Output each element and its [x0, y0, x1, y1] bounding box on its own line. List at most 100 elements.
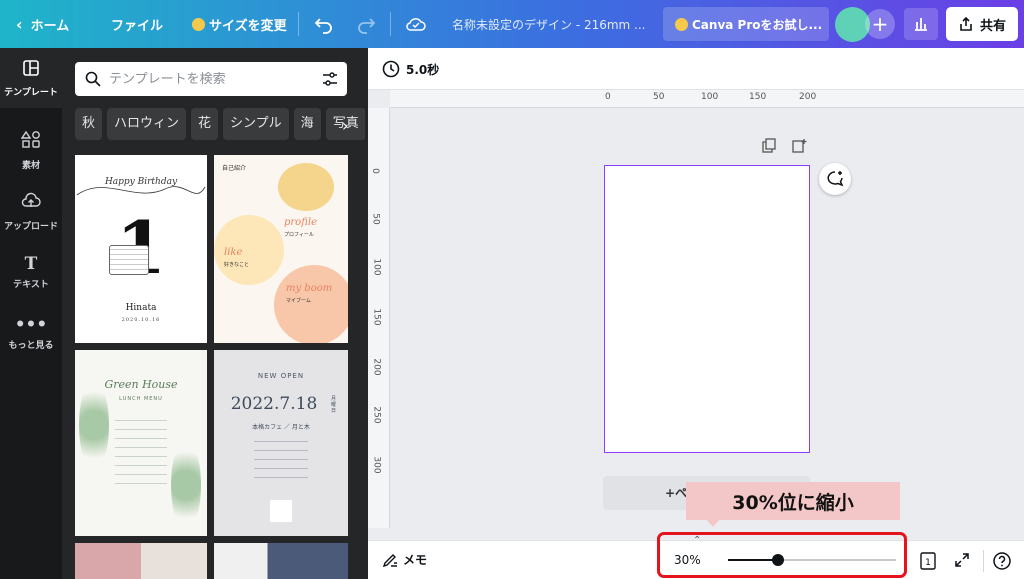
search-input[interactable] — [109, 71, 299, 87]
memo-label: メモ — [403, 553, 428, 567]
rail-item-uploads[interactable]: アップロード — [0, 181, 62, 241]
highlight-box — [657, 532, 907, 578]
share-button[interactable]: 共有 — [946, 7, 1018, 41]
timing-button[interactable]: 5.0秒 — [382, 60, 439, 78]
leaf-illustration — [171, 440, 201, 530]
top-bar: ‹ ホーム ファイル サイズを変更 名称未設定のデザイン - 216mm ...… — [0, 0, 1024, 48]
template-card[interactable] — [214, 543, 348, 579]
template-weekday: 月曜日 — [331, 396, 337, 414]
search-icon — [85, 71, 101, 87]
portrait-illustration — [278, 163, 334, 211]
chip[interactable]: 秋 — [75, 108, 103, 140]
ruler-label: 250 — [371, 406, 382, 424]
duplicate-page-icon[interactable] — [760, 138, 778, 156]
undo-icon — [314, 18, 332, 34]
rail-item-more[interactable]: ••• もっと見る — [0, 303, 62, 363]
filter-icon[interactable] — [321, 70, 339, 88]
callout-tail — [706, 519, 720, 527]
category-chips: 秋ハロウィン花シンプル海写真 — [75, 108, 365, 140]
rail-label: アップロード — [3, 221, 58, 232]
ruler-label: 100 — [701, 92, 719, 102]
logo-box — [270, 500, 292, 522]
divider — [298, 12, 299, 36]
template-subtitle: 本格カフェ ／ 月と木 — [252, 424, 310, 431]
rail-item-elements[interactable]: 素材 — [0, 120, 62, 180]
share-icon — [960, 16, 972, 31]
menu-lines — [115, 412, 167, 492]
template-heading: profile — [284, 217, 317, 228]
more-icon: ••• — [14, 315, 48, 335]
home-label: ホーム — [30, 18, 70, 34]
back-home-button[interactable]: ‹ ホーム — [16, 0, 69, 48]
resize-label: サイズを変更 — [209, 18, 287, 34]
chevron-right-icon[interactable]: › — [342, 116, 348, 135]
add-comment-button[interactable] — [819, 163, 851, 195]
template-label: NEW OPEN — [257, 372, 305, 380]
template-card-birthday[interactable]: Happy Birthday 1 Hinata 2020.10.16 — [75, 155, 207, 343]
add-member-button[interactable]: + — [865, 9, 895, 39]
annotation-callout: 30%位に縮小 — [686, 482, 900, 520]
template-subheading: プロフィール — [284, 232, 314, 238]
ruler-label: 150 — [749, 92, 767, 102]
ruler-label: 150 — [371, 308, 382, 326]
notes-button[interactable]: メモ — [382, 551, 427, 568]
document-title[interactable]: 名称未設定のデザイン - 216mm ... — [452, 0, 646, 48]
template-card[interactable] — [75, 543, 207, 579]
file-menu-button[interactable]: ファイル — [111, 0, 163, 48]
rail-item-templates[interactable]: テンプレート — [0, 48, 62, 108]
template-panel: 秋ハロウィン花シンプル海写真 › Happy Birthday 1 Hinata… — [62, 48, 368, 579]
decorative-circle — [274, 265, 348, 343]
try-pro-button[interactable]: Canva Proをお試し... — [663, 7, 829, 41]
ruler-label: 100 — [371, 258, 382, 276]
ruler-label: 300 — [371, 456, 382, 474]
upload-icon — [21, 191, 41, 216]
ruler-label: 200 — [799, 92, 817, 102]
template-card-profile[interactable]: 自己紹介 profile プロフィール like 好きなこと my boom マ… — [214, 155, 348, 343]
insights-button[interactable] — [904, 8, 938, 40]
text-icon: T — [24, 254, 38, 274]
add-page-icon[interactable] — [790, 138, 808, 156]
template-tag: 自己紹介 — [222, 165, 247, 172]
page-count: 1 — [925, 558, 931, 568]
share-label: 共有 — [979, 18, 1006, 34]
template-date: 2022.7.18 — [230, 394, 318, 414]
divider — [390, 12, 391, 36]
ruler-label: 50 — [370, 213, 381, 225]
ruler-label: 200 — [371, 358, 382, 376]
pages-icon: 1 — [920, 552, 936, 570]
template-subtitle: LUNCH MENU — [119, 396, 163, 402]
cloud-save-button[interactable] — [405, 0, 427, 48]
page-count-button[interactable]: 1 — [918, 551, 938, 571]
chip[interactable]: 花 — [191, 108, 219, 140]
help-button[interactable] — [992, 551, 1012, 571]
rail-label: テキスト — [13, 280, 49, 290]
chip[interactable]: シンプル — [223, 108, 289, 140]
redo-button[interactable] — [356, 0, 376, 48]
chip[interactable]: ハロウィン — [107, 108, 187, 140]
template-card-green-house[interactable]: Green House LUNCH MENU — [75, 350, 207, 536]
elements-icon — [20, 130, 41, 155]
horizontal-ruler: 0 50 100 150 200 — [390, 90, 1024, 108]
design-page[interactable] — [604, 165, 810, 453]
resize-button[interactable]: サイズを変更 — [192, 0, 287, 48]
crown-icon — [675, 17, 688, 31]
vertical-ruler: 0 50 100 150 200 250 300 — [368, 108, 390, 528]
plus-icon: + — [871, 12, 889, 36]
search-box[interactable] — [75, 62, 347, 96]
undo-button[interactable] — [314, 0, 334, 48]
template-heading: my boom — [286, 283, 333, 294]
ruler-label: 0 — [369, 168, 380, 174]
comment-plus-icon — [827, 171, 844, 187]
template-subheading: 好きなこと — [224, 262, 250, 268]
bottom-bar: メモ ⌃ 30% 1 — [368, 532, 1024, 579]
rail-label: テンプレート — [4, 87, 58, 98]
template-date: 2020.10.16 — [121, 317, 161, 323]
cloud-check-icon — [406, 18, 426, 31]
fullscreen-button[interactable] — [952, 551, 972, 571]
chip[interactable]: 海 — [293, 108, 321, 140]
template-title: Green House — [104, 378, 178, 391]
template-script: Happy Birthday — [104, 177, 178, 187]
rail-label: 素材 — [21, 160, 40, 171]
rail-item-text[interactable]: T テキスト — [0, 242, 62, 302]
template-card-new-open[interactable]: NEW OPEN 2022.7.18 月曜日 本格カフェ ／ 月と木 — [214, 350, 348, 536]
